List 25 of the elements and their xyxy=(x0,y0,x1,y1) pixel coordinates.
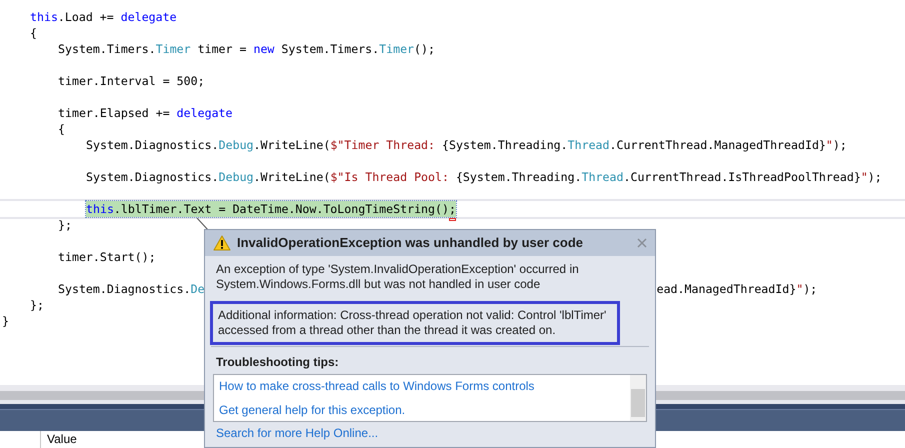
code-line: ead.ManagedThreadId}"); xyxy=(656,281,818,297)
additional-information: Additional information: Cross-thread operation not valid: Control 'lblTimer' accessed from a thread other than the thread it was created on. xyxy=(210,301,620,345)
code-line: timer.Start(); xyxy=(58,249,156,265)
code-line: System.Diagnostics.Debug.WriteLine($"Is Thread Pool: {System.Threading.Thread.CurrentThread.IsThreadPoolThread}"); xyxy=(86,169,882,185)
code-line: System.Timers.Timer timer = new System.Timers.Timer(); xyxy=(58,41,435,57)
tips-heading: Troubleshooting tips: xyxy=(215,354,340,371)
scrollbar[interactable] xyxy=(630,375,646,421)
code-line: System.Diagnostics.Debug.WriteLine($"Timer Thread: {System.Threading.Thread.CurrentThread.ManagedThreadId}"); xyxy=(86,137,847,153)
warning-icon xyxy=(213,235,231,251)
code-line: timer.Interval = 500; xyxy=(58,73,205,89)
exception-message: An exception of type 'System.InvalidOperationException' occurred in System.Windows.Forms.dll but was not handled in user code xyxy=(215,261,580,292)
help-online-link[interactable]: Search for more Help Online... xyxy=(205,422,390,442)
code-line: }; xyxy=(58,217,72,233)
code-line: System.Diagnostics.De xyxy=(58,281,205,297)
code-line: timer.Elapsed += delegate xyxy=(58,105,233,121)
close-icon[interactable] xyxy=(637,238,647,248)
code-line: { xyxy=(30,25,37,41)
code-line: this.Load += delegate xyxy=(30,9,177,25)
tip-link[interactable]: How to make cross-thread calls to Windows Forms controls xyxy=(219,377,534,395)
code-line: }; xyxy=(30,297,44,313)
column-header: Value xyxy=(46,431,77,448)
tip-link[interactable]: Get general help for this exception. xyxy=(219,401,406,419)
code-line: } xyxy=(2,313,9,329)
dialog-title: InvalidOperationException was unhandled by user code xyxy=(237,234,584,252)
code-line: { xyxy=(58,121,65,137)
